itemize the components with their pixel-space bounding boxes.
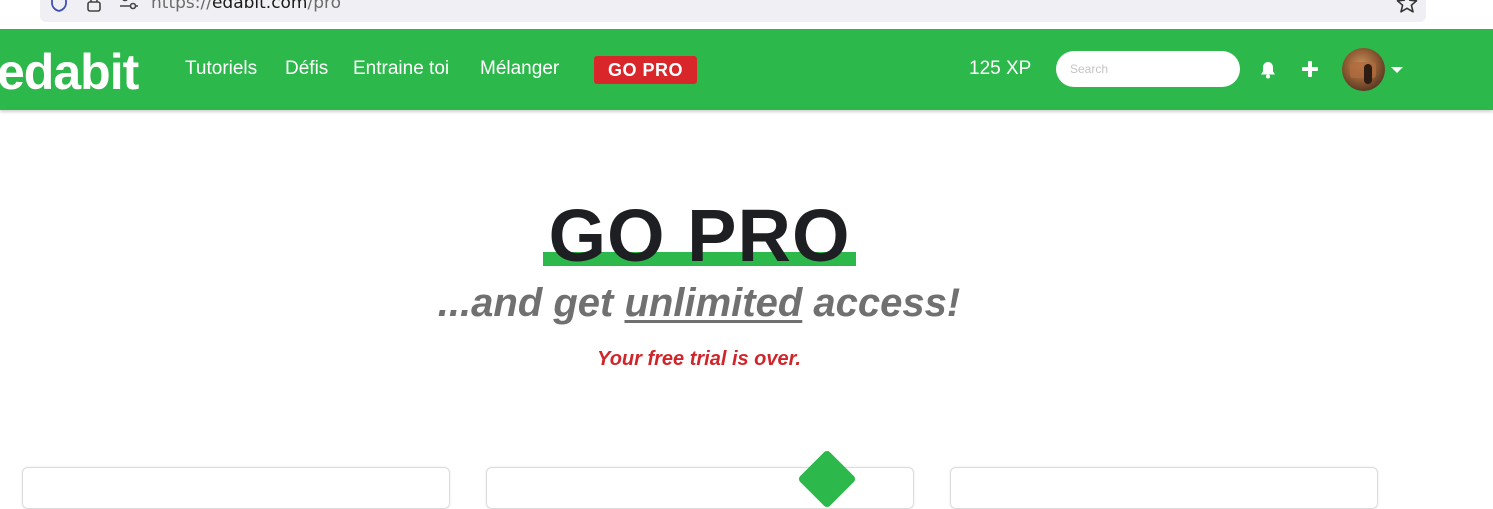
avatar[interactable] (1342, 48, 1385, 91)
nav-link-tutoriels[interactable]: Tutoriels (185, 57, 257, 81)
nav-link-entraine-toi[interactable]: Entraine toi (353, 57, 449, 81)
top-navbar: edabit Tutoriels Défis Entraine toi Méla… (0, 29, 1493, 110)
permissions-icon[interactable] (119, 0, 139, 10)
xp-counter[interactable]: 125 XP (969, 57, 1031, 81)
browser-chrome: https://edabit.com/pro (0, 0, 1493, 29)
page-title: GO PRO (548, 194, 851, 277)
pricing-card-1[interactable] (22, 467, 450, 509)
nav-link-melanger[interactable]: Mélanger (480, 57, 559, 81)
url-domain: edabit.com (211, 0, 308, 13)
shield-icon[interactable] (50, 0, 68, 12)
hero-subtitle: ...and get unlimited access! (0, 278, 1398, 328)
search-input[interactable] (1056, 51, 1240, 87)
lock-icon[interactable] (86, 0, 102, 12)
bell-icon[interactable] (1258, 60, 1278, 80)
subtitle-tail: access! (802, 281, 961, 325)
plus-icon[interactable] (1300, 59, 1320, 79)
hero-title-block: GO PRO (543, 196, 856, 276)
trial-notice: Your free trial is over. (597, 348, 801, 370)
nav-link-defis[interactable]: Défis (285, 57, 328, 81)
subtitle-lead: ...and get (437, 281, 625, 325)
site-logo[interactable]: edabit (0, 42, 139, 102)
go-pro-button[interactable]: GO PRO (594, 56, 697, 84)
star-icon[interactable] (1395, 0, 1419, 14)
subtitle-emphasis: unlimited (624, 281, 803, 325)
url-path: /pro (307, 0, 342, 13)
url-text[interactable]: https://edabit.com/pro (151, 0, 342, 13)
pricing-card-3[interactable] (950, 467, 1378, 509)
url-prefix: https:// (151, 0, 212, 13)
chevron-down-icon[interactable] (1391, 66, 1403, 74)
